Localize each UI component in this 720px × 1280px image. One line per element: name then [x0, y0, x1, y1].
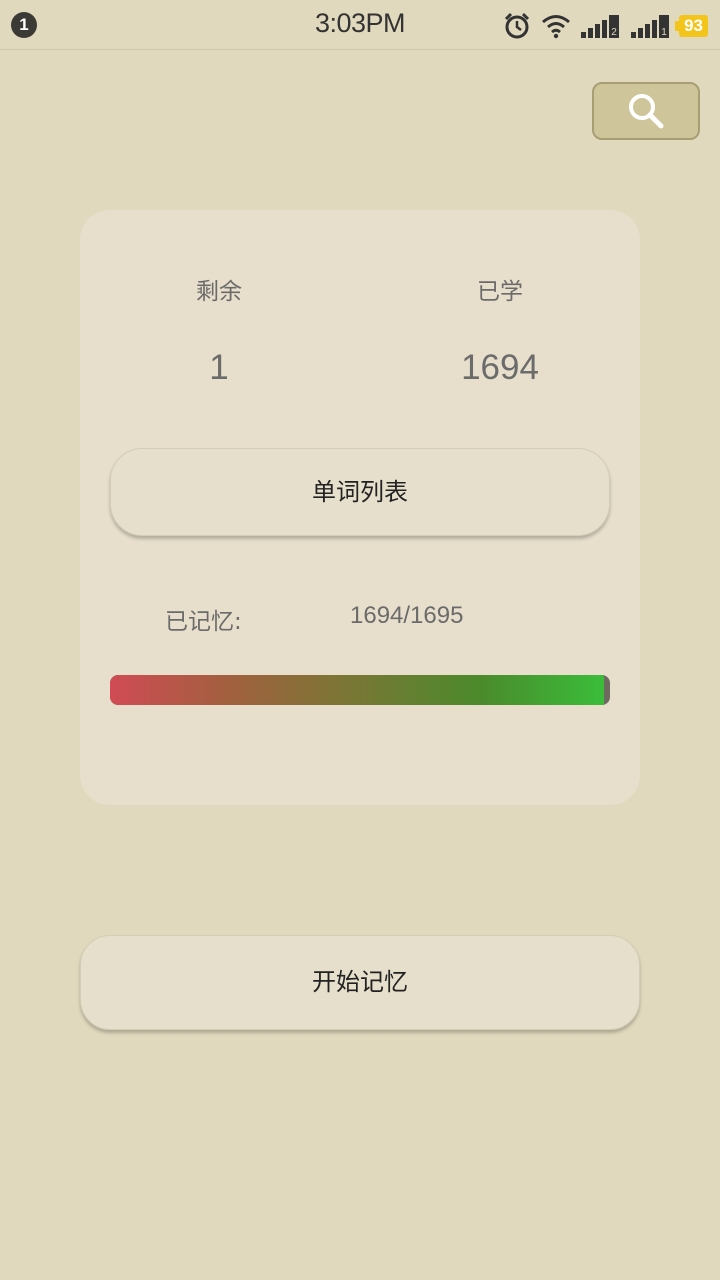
status-bar: 1 3:03PM 2 1 93	[0, 0, 720, 50]
remaining-value: 1	[209, 348, 229, 387]
wifi-icon	[542, 15, 571, 39]
search-button[interactable]	[592, 82, 700, 140]
start-memorize-button[interactable]: 开始记忆	[80, 935, 640, 1030]
signal-icon: 1	[631, 15, 670, 38]
memorized-label: 已记忆:	[165, 609, 242, 635]
word-list-button[interactable]: 单词列表	[110, 448, 610, 536]
signal-icon: 2	[581, 15, 620, 38]
progress-fill	[110, 675, 604, 705]
search-icon	[629, 94, 664, 129]
learned-value: 1694	[461, 348, 539, 387]
status-clock: 3:03PM	[314, 8, 406, 38]
status-icons: 2 1 93	[493, 10, 708, 42]
sim2-label: 1	[661, 27, 667, 38]
notification-badge: 1	[11, 12, 37, 38]
stats-card: 剩余 已学 1 1694 单词列表 已记忆: 1694/1695	[80, 210, 640, 805]
remaining-label: 剩余	[196, 279, 242, 305]
learned-label: 已学	[477, 279, 523, 305]
battery-icon: 93	[675, 15, 708, 37]
sim1-label: 2	[611, 27, 617, 38]
memorized-progress-bar	[110, 675, 610, 705]
alarm-clock-icon	[505, 12, 530, 39]
memorized-count: 1694/1695	[350, 602, 464, 629]
